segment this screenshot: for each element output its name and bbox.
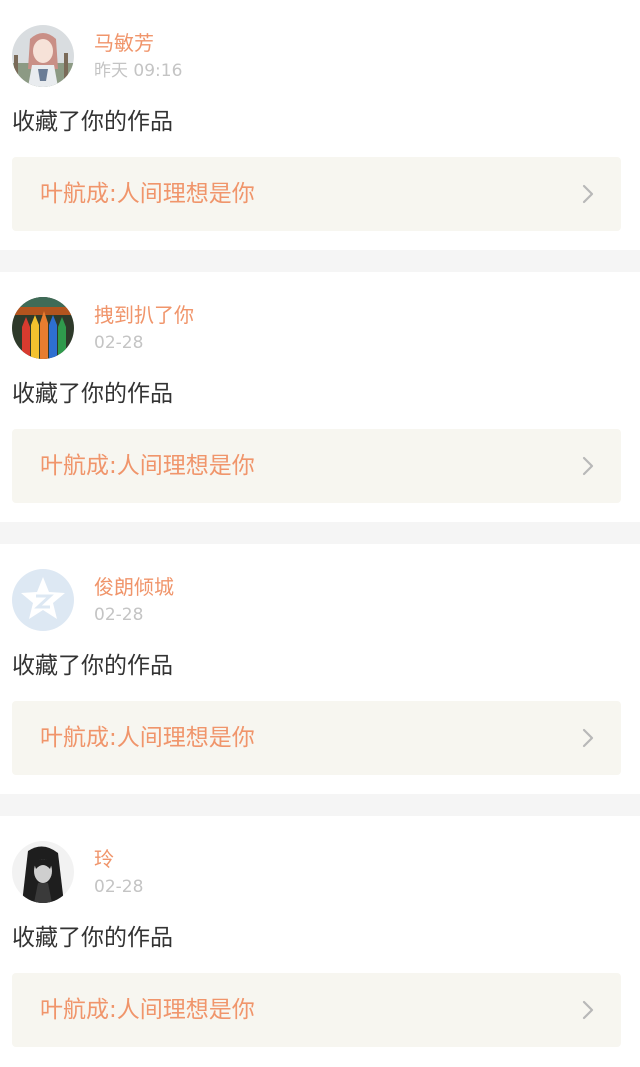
work-link[interactable]: 叶航成:人间理想是你	[12, 701, 621, 775]
work-link[interactable]: 叶航成:人间理想是你	[12, 157, 621, 231]
anime-girl-avatar-icon	[12, 25, 74, 87]
chevron-right-icon	[582, 728, 594, 748]
username[interactable]: 马敏芳	[94, 30, 154, 56]
avatar[interactable]	[12, 25, 74, 87]
action-text: 收藏了你的作品	[12, 381, 173, 407]
work-title: 叶航成:人间理想是你	[40, 181, 255, 207]
timestamp: 02-28	[94, 877, 144, 897]
qzone-star-avatar-icon	[12, 569, 74, 631]
work-link[interactable]: 叶航成:人间理想是你	[12, 973, 621, 1047]
username[interactable]: 玲	[94, 846, 114, 872]
notification-item: 拽到扒了你 02-28 收藏了你的作品 叶航成:人间理想是你	[0, 272, 640, 522]
timestamp: 昨天 09:16	[94, 61, 183, 81]
notification-item: 马敏芳 昨天 09:16 收藏了你的作品 叶航成:人间理想是你	[0, 0, 640, 250]
work-title: 叶航成:人间理想是你	[40, 453, 255, 479]
work-title: 叶航成:人间理想是你	[40, 997, 255, 1023]
notification-feed: 马敏芳 昨天 09:16 收藏了你的作品 叶航成:人间理想是你 拽到扒了你 02…	[0, 0, 640, 1067]
timestamp: 02-28	[94, 605, 144, 625]
notification-item: 玲 02-28 收藏了你的作品 叶航成:人间理想是你	[0, 816, 640, 1066]
timestamp: 02-28	[94, 333, 144, 353]
username[interactable]: 拽到扒了你	[94, 302, 194, 328]
section-divider	[0, 794, 640, 816]
action-text: 收藏了你的作品	[12, 653, 173, 679]
notification-item: 俊朗倾城 02-28 收藏了你的作品 叶航成:人间理想是你	[0, 544, 640, 794]
chevron-right-icon	[582, 1000, 594, 1020]
section-divider	[0, 250, 640, 272]
avatar[interactable]	[12, 569, 74, 631]
avatar[interactable]	[12, 841, 74, 903]
username[interactable]: 俊朗倾城	[94, 574, 174, 600]
woman-portrait-avatar-icon	[12, 841, 74, 903]
work-link[interactable]: 叶航成:人间理想是你	[12, 429, 621, 503]
work-title: 叶航成:人间理想是你	[40, 725, 255, 751]
avatar[interactable]	[12, 297, 74, 359]
action-text: 收藏了你的作品	[12, 109, 173, 135]
section-divider	[0, 522, 640, 544]
action-text: 收藏了你的作品	[12, 925, 173, 951]
chevron-right-icon	[582, 184, 594, 204]
colored-pencils-avatar-icon	[12, 297, 74, 359]
chevron-right-icon	[582, 456, 594, 476]
